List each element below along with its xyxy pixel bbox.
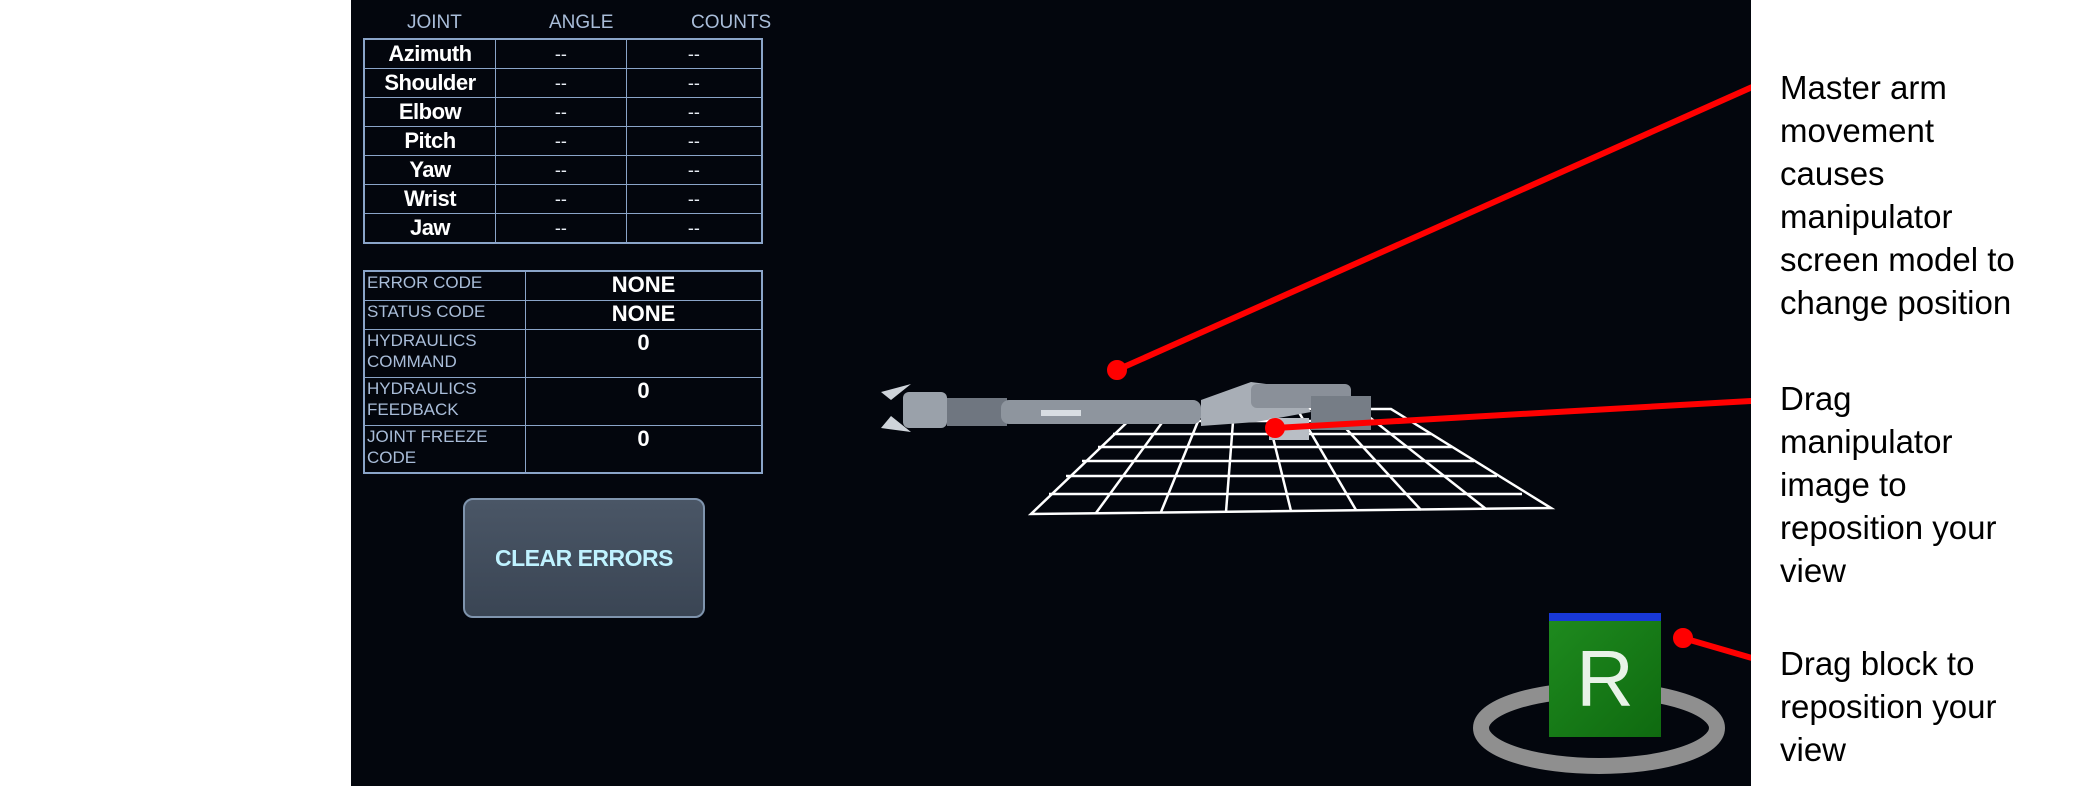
status-label: HYDRAULICS COMMAND [363,328,526,378]
status-row-joint-freeze-code: JOINT FREEZE CODE 0 [363,424,763,474]
status-row-hydraulics-command: HYDRAULICS COMMAND 0 [363,328,763,378]
status-row-hydraulics-feedback: HYDRAULICS FEEDBACK 0 [363,376,763,426]
status-value: 0 [525,424,763,474]
joint-table: Azimuth -- -- Shoulder -- -- Elbow -- --… [363,38,763,244]
annotation-master-arm: Master arm movement causes manipulator s… [1780,69,2015,321]
status-label: HYDRAULICS FEEDBACK [363,376,526,426]
status-label: STATUS CODE [363,299,526,330]
joint-counts: -- [625,97,763,127]
joint-header: JOINT [407,12,462,33]
joint-angle: -- [495,184,627,214]
joint-row-wrist: Wrist -- -- [363,184,763,214]
joint-name: Jaw [363,213,496,244]
status-value: 0 [525,328,763,378]
joint-name: Azimuth [363,38,496,69]
joint-name: Shoulder [363,68,496,98]
manipulator-arm[interactable] [881,382,1371,440]
joint-row-azimuth: Azimuth -- -- [363,38,763,69]
joint-counts: -- [625,184,763,214]
status-table: ERROR CODE NONE STATUS CODE NONE HYDRAUL… [363,270,763,474]
joint-name: Wrist [363,184,496,214]
joint-name: Yaw [363,155,496,185]
status-row-error-code: ERROR CODE NONE [363,270,763,301]
joint-name: Pitch [363,126,496,156]
navigation-cube[interactable]: R [1549,613,1661,737]
joint-angle: -- [495,68,627,98]
joint-counts: -- [625,126,763,156]
status-row-status-code: STATUS CODE NONE [363,299,763,330]
joint-row-shoulder: Shoulder -- -- [363,68,763,98]
status-label: ERROR CODE [363,270,526,301]
joint-angle: -- [495,38,627,69]
counts-header: COUNTS [691,12,772,33]
joint-angle: -- [495,126,627,156]
annotation-drag-block: Drag block to reposition your view [1780,645,1997,768]
joint-name: Elbow [363,97,496,127]
joint-row-jaw: Jaw -- -- [363,213,763,244]
cube-face-letter: R [1576,634,1634,723]
clear-errors-button[interactable]: CLEAR ERRORS [463,498,705,618]
joint-counts: -- [625,38,763,69]
annotation-drag-manipulator: Drag manipulator image to reposition you… [1780,380,1997,589]
joint-counts: -- [625,213,763,244]
status-value: 0 [525,376,763,426]
joint-row-elbow: Elbow -- -- [363,97,763,127]
joint-row-pitch: Pitch -- -- [363,126,763,156]
joint-counts: -- [625,68,763,98]
joint-angle: -- [495,155,627,185]
status-value: NONE [525,270,763,301]
pointer-lines [1107,84,1751,661]
joint-angle: -- [495,213,627,244]
status-value: NONE [525,299,763,330]
angle-header: ANGLE [549,12,614,33]
joint-angle: -- [495,97,627,127]
joint-counts: -- [625,155,763,185]
joint-table-headers: JOINT ANGLE COUNTS [363,12,783,36]
status-label: JOINT FREEZE CODE [363,424,526,474]
joint-row-yaw: Yaw -- -- [363,155,763,185]
